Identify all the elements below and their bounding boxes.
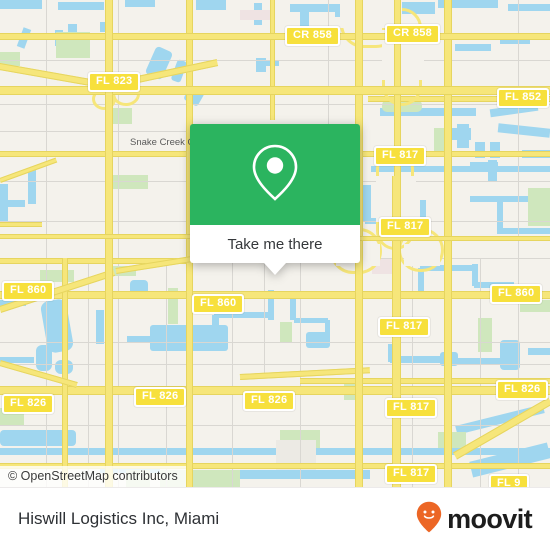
road-shield[interactable]: FL 817 [379, 217, 432, 237]
water-body [3, 200, 25, 207]
minor-road [264, 258, 265, 378]
road-shield[interactable]: CR 858 [285, 26, 341, 46]
minor-road [0, 425, 550, 426]
minor-road [0, 342, 550, 343]
water-body [363, 185, 371, 221]
minor-road [0, 60, 550, 61]
road-shield[interactable]: FL 817 [385, 464, 438, 484]
road-shield[interactable]: CR 858 [385, 24, 441, 44]
page-title: Hiswill Logistics Inc, Miami [18, 509, 220, 528]
minor-road [328, 0, 329, 130]
road-shield[interactable]: FL 817 [374, 146, 427, 166]
building-block [240, 10, 270, 20]
osm-attribution[interactable]: © OpenStreetMap contributors [0, 466, 186, 487]
road-shield[interactable]: FL 860 [192, 294, 245, 314]
map-mask [404, 244, 440, 266]
water-body [196, 0, 226, 10]
water-body [125, 0, 155, 7]
minor-road [0, 364, 550, 365]
major-road [0, 151, 190, 157]
water-body [290, 298, 296, 320]
water-body [58, 2, 104, 10]
water-body [36, 345, 52, 371]
park-area [108, 175, 148, 189]
map-screenshot: Snake Creek Can CR 858 CR 858 FL 823 FL … [0, 0, 550, 550]
major-road [0, 33, 550, 40]
park-area [438, 432, 466, 448]
road-shield[interactable]: FL 823 [88, 72, 141, 92]
moovit-wordmark: moovit [447, 503, 533, 534]
road-shield[interactable]: FL 826 [243, 391, 296, 411]
water-body [290, 4, 340, 12]
minor-road [0, 104, 550, 105]
road-shield[interactable]: FL 817 [385, 398, 438, 418]
footer-bar: Hiswill Logistics Inc, Miami moovit [0, 487, 550, 550]
road-shield[interactable]: FL 860 [2, 281, 55, 301]
map-canvas[interactable]: Snake Creek Can CR 858 CR 858 FL 823 FL … [0, 0, 550, 487]
popup-header [190, 124, 360, 225]
moovit-logo[interactable]: moovit [416, 501, 533, 538]
water-body [497, 198, 503, 232]
water-body [500, 340, 520, 370]
water-body [492, 166, 550, 172]
major-road [0, 291, 550, 299]
location-pin-icon [249, 141, 301, 208]
park-area [110, 108, 132, 124]
water-body [28, 170, 36, 204]
road-shield[interactable]: FL 826 [134, 387, 187, 407]
water-body [457, 124, 469, 148]
major-road [0, 222, 42, 227]
water-body [497, 228, 550, 234]
major-road [0, 86, 550, 95]
water-body [306, 332, 330, 348]
road-shield[interactable]: FL 860 [490, 284, 543, 304]
major-road [270, 0, 275, 120]
moovit-smiley-pin-icon [416, 501, 442, 538]
road-shield[interactable]: FL 852 [497, 88, 550, 108]
road-shield[interactable]: FL 817 [378, 317, 431, 337]
road-shield[interactable]: FL 826 [496, 380, 549, 400]
road-shield[interactable]: FL 826 [2, 394, 55, 414]
water-body [528, 348, 550, 355]
water-body [212, 315, 219, 339]
minor-road [0, 131, 190, 132]
popup-tail [264, 263, 286, 275]
water-body [0, 0, 42, 9]
water-body [96, 310, 104, 344]
location-popup-card[interactable]: Take me there [190, 124, 360, 275]
water-body [240, 470, 370, 479]
water-body [455, 44, 491, 51]
take-me-there-button[interactable]: Take me there [190, 225, 360, 263]
road-shield[interactable]: FL 9 [489, 474, 529, 487]
major-road [444, 0, 452, 487]
water-body [508, 4, 550, 11]
park-area [280, 322, 292, 342]
